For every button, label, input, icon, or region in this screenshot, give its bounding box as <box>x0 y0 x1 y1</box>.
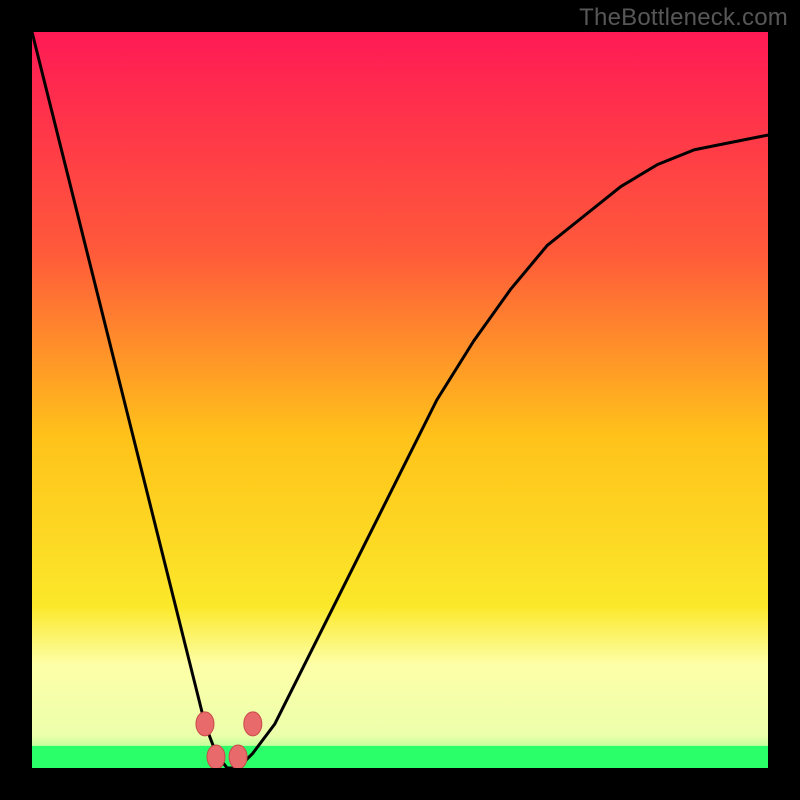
gradient-background <box>32 32 768 768</box>
curve-marker-2 <box>229 745 247 768</box>
pale-band <box>32 665 768 746</box>
curve-marker-1 <box>207 745 225 768</box>
green-band <box>32 746 768 768</box>
watermark-label: TheBottleneck.com <box>579 4 788 32</box>
curve-marker-3 <box>244 712 262 736</box>
chart-frame: TheBottleneck.com <box>0 0 800 800</box>
plot-area <box>32 32 768 768</box>
plot-svg <box>32 32 768 768</box>
curve-marker-0 <box>196 712 214 736</box>
